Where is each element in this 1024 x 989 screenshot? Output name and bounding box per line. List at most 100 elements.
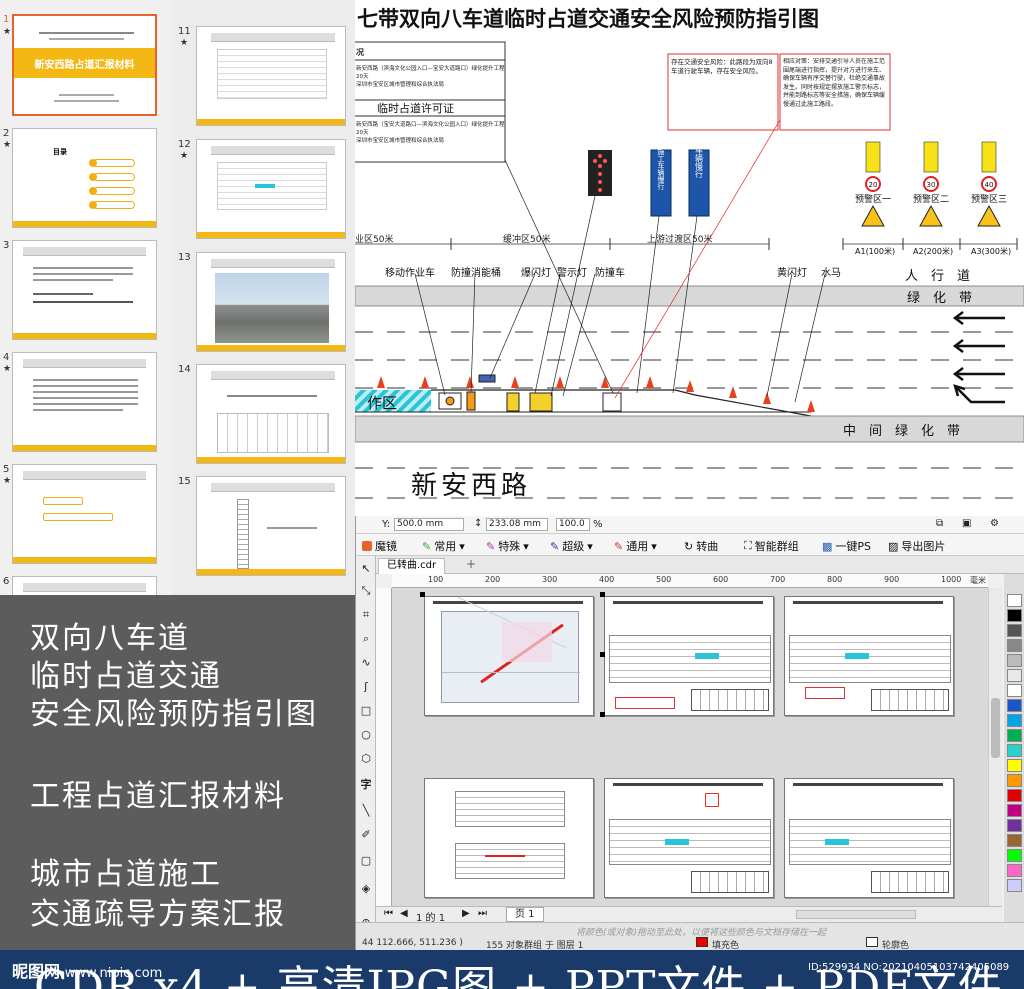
page-plan-5[interactable] <box>604 778 774 898</box>
eyedropper-tool-icon[interactable]: ✐ <box>359 828 373 842</box>
general-menu-button[interactable]: ✎ 通用 ▾ <box>614 538 657 554</box>
slide-thumbnail-11[interactable] <box>196 26 346 126</box>
status-bar: 将颜色(或对象)拖动至此处，以便将这些颜色与文档存储在一起 44 112.666… <box>356 922 1024 950</box>
last-page-icon[interactable]: ⏭ <box>478 908 487 919</box>
slide-thumbnail-14[interactable] <box>196 364 346 464</box>
text-tool-icon[interactable]: 字 <box>359 778 373 792</box>
page-plan-6[interactable] <box>784 778 954 898</box>
page-plan-4[interactable] <box>424 778 594 898</box>
document-tab[interactable]: 已转曲.cdr <box>378 558 446 574</box>
scale-unit: % <box>593 519 603 530</box>
palette-swatch[interactable] <box>1007 864 1022 877</box>
align-icon[interactable]: ⧉ <box>936 518 943 529</box>
slide-thumbnail-12[interactable] <box>196 139 346 239</box>
page-map[interactable] <box>424 596 594 716</box>
palette-swatch[interactable] <box>1007 684 1022 697</box>
palette-swatch[interactable] <box>1007 804 1022 817</box>
palette-swatch[interactable] <box>1007 609 1022 622</box>
palette-swatch[interactable] <box>1007 774 1022 787</box>
arrange-icon[interactable]: ▣ <box>962 518 971 529</box>
rectangle-tool-icon[interactable]: □ <box>359 704 373 718</box>
pick-tool-icon[interactable]: ↖ <box>359 562 373 576</box>
page-plan-2[interactable] <box>604 596 774 716</box>
scale-field[interactable]: 100.0 <box>556 518 590 531</box>
super-menu-button[interactable]: ✎ 超级 ▾ <box>550 538 593 554</box>
settings-icon[interactable]: ⚙ <box>990 518 999 529</box>
bottom-banner: CDR x4 + 高清JPG图 + PPT文件 + PDF文件 昵图网-www.… <box>0 950 1024 989</box>
horizontal-scrollbar[interactable] <box>796 910 916 919</box>
page-plan-3[interactable] <box>784 596 954 716</box>
color-palette[interactable] <box>1004 574 1024 924</box>
artistic-media-icon[interactable]: ʃ <box>359 680 373 694</box>
vertical-ruler <box>376 588 392 906</box>
palette-swatch[interactable] <box>1007 789 1022 802</box>
shape-tool-icon[interactable]: ⤡ <box>359 584 373 598</box>
palette-swatch[interactable] <box>1007 879 1022 892</box>
one-key-ps-button[interactable]: ▩ 一键PS <box>822 538 871 554</box>
fill-tool-icon[interactable]: ◈ <box>359 882 373 896</box>
slide-thumbnail-panel-right[interactable]: 11 ★ 12 ★ 13 14 15 <box>172 0 355 595</box>
palette-swatch[interactable] <box>1007 834 1022 847</box>
slide-thumbnail-1[interactable]: 新安西路占道汇报材料 <box>12 14 157 116</box>
traffic-cone-icon <box>763 392 771 404</box>
new-tab-icon[interactable]: + <box>466 557 476 571</box>
palette-swatch[interactable] <box>1007 654 1022 667</box>
palette-swatch[interactable] <box>1007 639 1022 652</box>
outline-color-swatch[interactable] <box>866 937 878 947</box>
flash-light <box>478 374 496 383</box>
y-position-field[interactable]: 500.0 mm <box>394 518 464 531</box>
slide-thumbnail-5[interactable] <box>12 464 157 564</box>
slide-thumbnail-2[interactable]: 目录 <box>12 128 157 228</box>
callout-water-barrier: 水马 <box>821 267 841 279</box>
image-icon: ▨ <box>888 539 899 553</box>
speed-limit-value: 20 <box>869 181 878 189</box>
export-image-button[interactable]: ▨ 导出图片 <box>888 538 945 554</box>
freehand-tool-icon[interactable]: ∿ <box>359 656 373 670</box>
palette-swatch[interactable] <box>1007 714 1022 727</box>
slide-thumbnail-3[interactable] <box>12 240 157 340</box>
traffic-cone-icon <box>646 376 654 388</box>
zoom-tool-icon[interactable]: ⌕ <box>359 632 373 646</box>
crop-tool-icon[interactable]: ⌗ <box>359 608 373 622</box>
palette-swatch[interactable] <box>1007 849 1022 862</box>
slide-thumbnail-4[interactable] <box>12 352 157 452</box>
prev-page-icon[interactable]: ◀ <box>400 908 408 919</box>
mirror-plugin-button[interactable]: 魔镜 <box>362 538 397 554</box>
special-menu-button[interactable]: ✎ 特殊 ▾ <box>486 538 529 554</box>
cover-band: 新安西路占道汇报材料 <box>14 48 155 78</box>
slide-thumbnail-panel-left[interactable]: 1 ★ 新安西路占道汇报材料 2 ★ 目录 3 4 ★ 5 ★ 6 <box>0 0 172 595</box>
page-navigator: ⏮ ◀ 1 的 1 ▶ ⏭ 页 1 <box>376 906 1002 924</box>
palette-swatch[interactable] <box>1007 669 1022 682</box>
connector-tool-icon[interactable]: ╲ <box>359 804 373 818</box>
ruler-tick-label: 100 <box>428 575 444 584</box>
fill-label: 填充色 <box>712 941 740 950</box>
palette-swatch[interactable] <box>1007 759 1022 772</box>
drawing-canvas[interactable] <box>392 588 988 906</box>
ellipse-tool-icon[interactable]: ○ <box>359 728 373 742</box>
height-field[interactable]: 233.08 mm <box>486 518 548 531</box>
palette-swatch[interactable] <box>1007 699 1022 712</box>
vertical-scrollbar[interactable] <box>988 588 1002 906</box>
slide-thumbnail-13[interactable] <box>196 252 346 352</box>
smart-group-button[interactable]: ⛶ 智能群组 <box>744 538 799 554</box>
polygon-tool-icon[interactable]: ⬡ <box>359 752 373 766</box>
scroll-thumb[interactable] <box>991 698 1000 758</box>
palette-swatch[interactable] <box>1007 624 1022 637</box>
cover-title: 新安西路占道汇报材料 <box>34 59 135 71</box>
ruler-tick-label: 500 <box>656 575 672 584</box>
fill-color-swatch[interactable] <box>696 937 708 947</box>
next-page-icon[interactable]: ▶ <box>462 908 470 919</box>
slide-thumbnail-15[interactable] <box>196 476 346 576</box>
common-menu-button[interactable]: ✎ 常用 ▾ <box>422 538 465 554</box>
shadow-tool-icon[interactable]: ▢ <box>359 854 373 868</box>
palette-swatch[interactable] <box>1007 744 1022 757</box>
convert-curves-button[interactable]: ↻ 转曲 <box>684 538 718 554</box>
page-tab[interactable]: 页 1 <box>506 907 544 922</box>
animation-star-icon: ★ <box>180 38 189 48</box>
first-page-icon[interactable]: ⏮ <box>384 908 393 919</box>
palette-swatch[interactable] <box>1007 819 1022 832</box>
palette-swatch[interactable] <box>1007 594 1022 607</box>
watermark-id: ID:529934 NO:20210405103742405089 <box>808 962 1010 973</box>
slide-thumbnail-6[interactable] <box>12 576 157 595</box>
palette-swatch[interactable] <box>1007 729 1022 742</box>
